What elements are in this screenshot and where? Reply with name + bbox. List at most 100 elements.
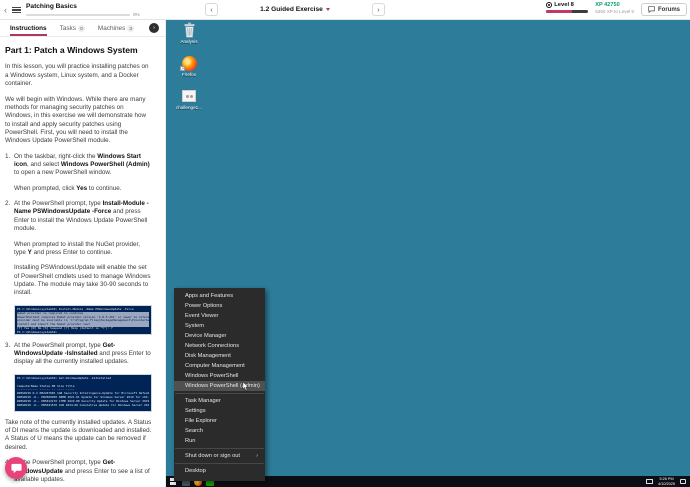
course-title: Patching Basics [26, 3, 140, 10]
tab-instructions[interactable]: Instructions [10, 20, 47, 36]
body-text: Installing PSWindowsUpdate will enable t… [14, 264, 151, 296]
app-root: ‹ Patching Basics 0% ‹ 1.2 Guided Exerci… [0, 0, 690, 487]
next-exercise-button[interactable]: › [372, 3, 385, 16]
vm-desktop[interactable]: Analysis ↗Firefox challenge1... Apps and F… [166, 20, 690, 487]
list-item-number: 2. [5, 200, 14, 233]
action-center-icon[interactable] [680, 479, 686, 484]
menu-item-label: Task Manager [185, 398, 221, 404]
menu-item-apps-and-features[interactable]: Apps and Features [174, 291, 265, 301]
paragraph: We will begin with Windows. While there … [5, 96, 152, 146]
console-line: WINSRV19 -D-- KB5041578 1GB 2024-08 Cumu… [17, 404, 149, 408]
body-text: Take note of the currently installed upd… [5, 419, 151, 451]
submenu-chevron-icon: › [256, 453, 258, 459]
exercise-title-dropdown[interactable]: 1.2 Guided Exercise [260, 6, 330, 13]
menu-item-desktop[interactable]: Desktop [174, 466, 265, 476]
menu-item-settings[interactable]: Settings [174, 406, 265, 416]
chat-bubble-icon [648, 6, 655, 13]
xp-value: XP 42750 [595, 2, 634, 8]
tab-machines[interactable]: Machines3 [98, 20, 134, 36]
command-text: Windows PowerShell (Admin) [61, 161, 150, 168]
course-info: Patching Basics 0% [26, 3, 140, 17]
list-item: 4.At the PowerShell prompt, type Get-Win… [5, 459, 152, 484]
tray-monitor-icon[interactable] [646, 479, 653, 484]
menu-item-task-manager[interactable]: Task Manager [174, 396, 265, 406]
body-text: On the taskbar, right-click the [14, 153, 97, 160]
desktop-icons: Analysis ↗Firefox challenge1... [168, 22, 210, 110]
tab-bar: Instructions Tasks0 Machines3 › [0, 20, 165, 37]
list-item-number: 1. [5, 153, 14, 178]
previous-exercise-button[interactable]: ‹ [205, 3, 218, 16]
course-progress: 0% [26, 12, 140, 17]
menu-item-power-options[interactable]: Power Options [174, 301, 265, 311]
tabs-overflow-button[interactable]: › [149, 23, 159, 33]
recycle-bin-glyph [180, 22, 198, 38]
menu-item-run[interactable]: Run [174, 436, 265, 446]
paragraph: When prompted to install the NuGet provi… [14, 241, 152, 258]
tab-badge: 0 [78, 25, 85, 32]
shortcut-arrow-icon: ↗ [180, 66, 185, 71]
chat-widget-button[interactable] [5, 457, 27, 479]
menu-separator [175, 463, 264, 464]
command-text: Yes [76, 185, 87, 192]
console-line [17, 408, 149, 412]
paragraph: Installing PSWindowsUpdate will enable t… [14, 264, 152, 297]
menu-item-label: Run [185, 438, 195, 444]
body-text: At the PowerShell prompt, type [14, 342, 103, 349]
list-item-text: At the PowerShell prompt, type Install-M… [14, 200, 152, 233]
level-label: Level 8 [554, 2, 574, 8]
instructions-content: Part 1: Patch a Windows System In this l… [0, 37, 165, 487]
list-item-text: On the taskbar, right-click the Windows … [14, 153, 152, 178]
header-right: Level 8 XP 42750 5250 XP to Level 9 Foru… [546, 2, 687, 16]
course-progress-percent: 0% [133, 12, 140, 17]
forums-label: Forums [658, 7, 680, 13]
menu-item-windows-powershell-admin[interactable]: Windows PowerShell (Admin) [174, 381, 265, 391]
menu-item-disk-management[interactable]: Disk Management [174, 351, 265, 361]
menu-item-device-manager[interactable]: Device Manager [174, 331, 265, 341]
menu-item-label: Windows PowerShell [185, 373, 238, 379]
xp-to-next-level: 5250 XP to Level 9 [595, 9, 634, 14]
menu-icon[interactable] [12, 7, 21, 14]
tab-badge: 3 [127, 25, 134, 32]
taskbar-clock[interactable]: 5:26 PM 4/10/2025 [658, 477, 675, 486]
part-title: Part 1: Patch a Windows System [5, 45, 152, 56]
menu-item-computer-management[interactable]: Computer Management [174, 361, 265, 371]
start-context-menu: Apps and Features Power OptionsEvent View… [174, 288, 265, 481]
exercise-nav: ‹ 1.2 Guided Exercise › [205, 3, 385, 16]
menu-item-label: Computer Management [185, 363, 245, 369]
course-progress-bar [26, 14, 130, 16]
menu-item-event-viewer[interactable]: Event Viewer [174, 311, 265, 321]
menu-item-label: Device Manager [185, 333, 226, 339]
body-text: When prompted, click [14, 185, 76, 192]
console-line: PS C:\Windows\system32> _ [17, 331, 149, 335]
back-icon[interactable]: ‹ [4, 6, 7, 15]
firefox-glyph: ↗ [180, 55, 198, 71]
menu-item-file-explorer[interactable]: File Explorer [174, 416, 265, 426]
menu-item-network-connections[interactable]: Network Connections [174, 341, 265, 351]
desktop-icon-file[interactable]: challenge1... [168, 88, 210, 110]
level-block: Level 8 [546, 2, 588, 13]
header-left: ‹ Patching Basics 0% [4, 0, 140, 20]
body-text: We will begin with Windows. While there … [5, 96, 146, 145]
menu-item-windows-powershell[interactable]: Windows PowerShell [174, 371, 265, 381]
body-text: and press Enter to continue. [32, 249, 113, 256]
menu-item-label: Search [185, 428, 203, 434]
forums-button[interactable]: Forums [641, 3, 687, 16]
desktop-icon-label: Firefox [182, 72, 196, 77]
system-tray: 5:26 PM 4/10/2025 [646, 477, 690, 486]
menu-item-label: Apps and Features [185, 293, 233, 299]
menu-separator [175, 393, 264, 394]
menu-item-system[interactable]: System [174, 321, 265, 331]
menu-item-search[interactable]: Search [174, 426, 265, 436]
menu-item-label: Shut down or sign out [185, 453, 240, 459]
desktop-icon-recycle-bin[interactable]: Analysis [168, 22, 210, 44]
menu-item-shut-down-or-sign-out[interactable]: Shut down or sign out › [174, 451, 265, 461]
desktop-icon-label: challenge1... [176, 105, 202, 110]
list-item: 3.At the PowerShell prompt, type Get-Win… [5, 342, 152, 367]
tab-label: Instructions [10, 25, 47, 32]
menu-item-label: Disk Management [185, 353, 231, 359]
menu-item-label: System [185, 323, 204, 329]
tab-tasks[interactable]: Tasks0 [60, 20, 85, 36]
top-header: ‹ Patching Basics 0% ‹ 1.2 Guided Exerci… [0, 0, 690, 20]
level-progress-bar [546, 10, 588, 13]
desktop-icon-firefox[interactable]: ↗Firefox [168, 55, 210, 77]
